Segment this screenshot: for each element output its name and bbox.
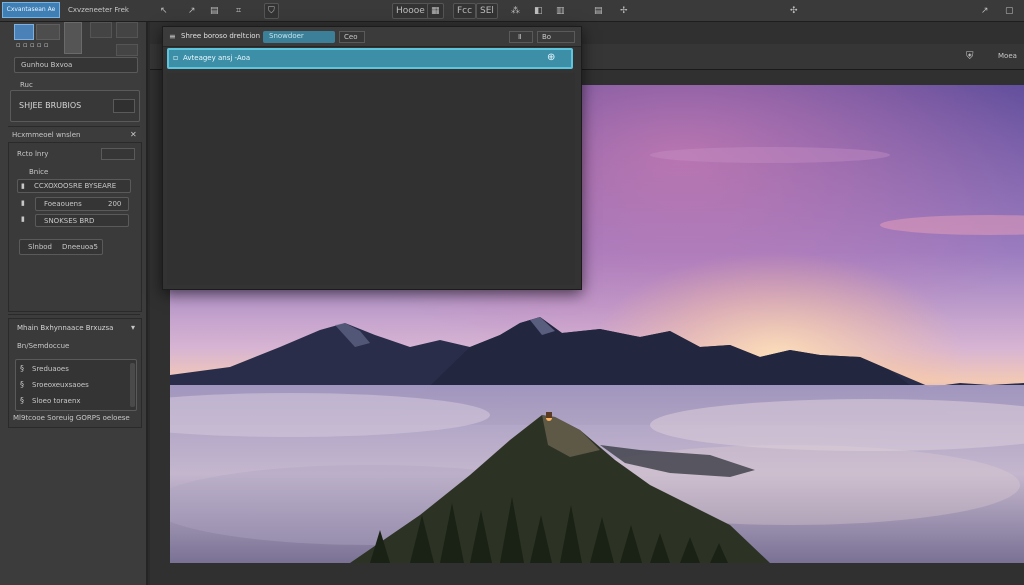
library-row-2[interactable]: Foeaouens 200 (35, 197, 129, 211)
doc-label: Moea (998, 52, 1017, 60)
flag-tool-icon[interactable]: ✣ (790, 3, 798, 19)
row2-icon: ▮ (21, 199, 25, 207)
left-scrollbar[interactable] (146, 22, 148, 585)
dialog-mini-button-b[interactable]: Bo (537, 31, 575, 43)
top-toolbar: Cxvantasean Ae Cxvzeneeter Frek ↖ ↗ ▤ ⌗ ⛉ Hoo… (0, 0, 1024, 22)
view-label[interactable]: Hoooe (392, 3, 429, 19)
preset-sub: Ruc (20, 81, 33, 89)
workspace-tab[interactable]: Cxvantasean Ae (2, 2, 60, 18)
workspace-label: Cxvantasean Ae (6, 6, 56, 13)
dialog-mini-button-a[interactable]: Ⅱ (509, 31, 533, 43)
left-panel: ▫ ▫ ▫ ▫ ▫ Gunhou Bxvoa Ruc SHJEE BRUBIOS… (0, 22, 148, 585)
dialog-tag[interactable]: Snowdoer (263, 31, 335, 43)
mini-a-label: Ⅱ (518, 33, 522, 41)
row3-icon: ▮ (21, 215, 25, 223)
sel-label[interactable]: SEl (476, 3, 498, 19)
quick-swatch-b[interactable] (116, 22, 138, 38)
field-icon: ▫ (173, 53, 179, 62)
adjust-tool-icon[interactable]: ◧ (534, 3, 543, 19)
brush-selection-dialog: ≡ Shree boroso dreltcion Snowdoer Ceo Ⅱ … (162, 26, 582, 290)
mini-b-label: Bo (542, 33, 552, 41)
row2-value: 200 (108, 200, 122, 208)
btn-b-label: Dneeuoa5 (62, 243, 98, 251)
arrow-tool-icon[interactable]: ↖ (160, 3, 168, 19)
brushes-section: SHJEE BRUBIOS (10, 90, 140, 122)
btn-a-label: Slnbod (28, 243, 52, 251)
quick-swatch-a[interactable] (90, 22, 112, 38)
layers-tool-icon[interactable]: ▤ (210, 3, 219, 19)
row1-icon: ▮ (21, 182, 25, 190)
enhance-close-icon[interactable]: ▾ (131, 324, 135, 332)
preset-dropdown[interactable]: Gunhou Bxvoa (14, 57, 138, 73)
list-item-icon: § (20, 396, 24, 405)
list-footer: Ml9tcooe Soreuig GORPS oeloese (13, 414, 130, 422)
library-menu-button[interactable] (101, 148, 135, 160)
library-title: Rcto lnry (17, 150, 49, 158)
panel-title: Cxvzeneeter Frek (68, 6, 129, 14)
opts-tool-icon[interactable]: ▤ (594, 3, 603, 19)
row2-label: Foeaouens (44, 200, 82, 208)
library-row-1[interactable]: ▮ CCXOXOOSRE BYSEARE (17, 179, 131, 193)
row3-label: SNOKSES BRD (44, 217, 95, 225)
expand-tool-icon[interactable]: ↗ (981, 3, 989, 19)
grid-tool-icon[interactable]: ▦ (427, 3, 444, 19)
brushes-title: SHJEE BRUBIOS (19, 101, 82, 110)
library-section: Rcto lnry Bnice ▮ CCXOXOOSRE BYSEARE Foe… (8, 142, 142, 312)
crop-tool-icon[interactable]: ⌗ (236, 3, 241, 19)
doc-settings-icon[interactable]: ⛨ (966, 52, 974, 62)
list-item[interactable]: Sroeoxeuxsaoes (32, 382, 89, 389)
row1-label: CCXOXOOSRE BYSEARE (34, 182, 117, 190)
list-item[interactable]: Sreduaoes (32, 366, 69, 373)
field-action-icon[interactable]: ⊕ (547, 53, 555, 63)
magic-tool-icon[interactable]: ⁂ (511, 3, 520, 19)
dialog-tab-label: Ceo (344, 33, 358, 41)
group-label: Bnice (29, 168, 49, 176)
color-swatch-secondary[interactable] (36, 24, 60, 40)
window-tool-icon[interactable]: ▢ (1005, 3, 1014, 19)
list-item-icon: § (20, 364, 24, 373)
list-item[interactable]: Sloeo toraenx (32, 398, 81, 405)
enhance-list: § Sreduaoes § Sroeoxeuxsaoes § Sloeo tor… (15, 359, 137, 411)
mode-toggle[interactable] (64, 22, 82, 54)
filter-label[interactable]: Fcc (453, 3, 477, 19)
list-scrollbar[interactable] (130, 363, 135, 407)
brush-size-field[interactable] (113, 99, 135, 113)
dialog-results (167, 73, 575, 285)
wand-tool-icon[interactable]: ↗ (188, 3, 196, 19)
dialog-header: ≡ Shree boroso dreltcion Snowdoer Ceo Ⅱ … (163, 27, 581, 47)
star-tool-icon[interactable]: ✢ (620, 3, 628, 19)
dialog-menu-icon[interactable]: ≡ (169, 33, 176, 41)
dialog-title: Shree boroso dreltcion (181, 32, 261, 40)
slnbod-button[interactable]: Slnbod Dneeuoa5 (19, 239, 103, 255)
section2-title: Hcxmmeoel wnslen (12, 131, 81, 139)
library-row-3[interactable]: SNOKSES BRD (35, 214, 129, 227)
list-item-icon: § (20, 380, 24, 389)
dialog-tag-label: Snowdoer (269, 32, 304, 40)
section2-close-icon[interactable]: ✕ (130, 131, 137, 139)
swatch-caption: ▫ ▫ ▫ ▫ ▫ (16, 41, 49, 49)
preset-label: Gunhou Bxvoa (21, 61, 73, 69)
enhance-sub: Bn/Semdoccue (17, 342, 70, 350)
levels-tool-icon[interactable]: ▥ (556, 3, 565, 19)
brush-search-field[interactable]: ▫ Avteagey ansj -Aoa ⊕ (167, 48, 573, 69)
enhance-section: Mhain Bxhynnaace Brxuzsa ▾ Bn/Semdoccue … (8, 318, 142, 428)
divider (8, 314, 140, 315)
brush-tool-icon[interactable]: ⛉ (264, 3, 279, 19)
dialog-tab[interactable]: Ceo (339, 31, 365, 43)
enhance-title: Mhain Bxhynnaace Brxuzsa (17, 324, 114, 332)
quick-swatch-c[interactable] (116, 44, 138, 56)
color-swatch-primary[interactable] (14, 24, 34, 40)
divider (8, 126, 140, 127)
field-value: Avteagey ansj -Aoa (183, 54, 251, 62)
